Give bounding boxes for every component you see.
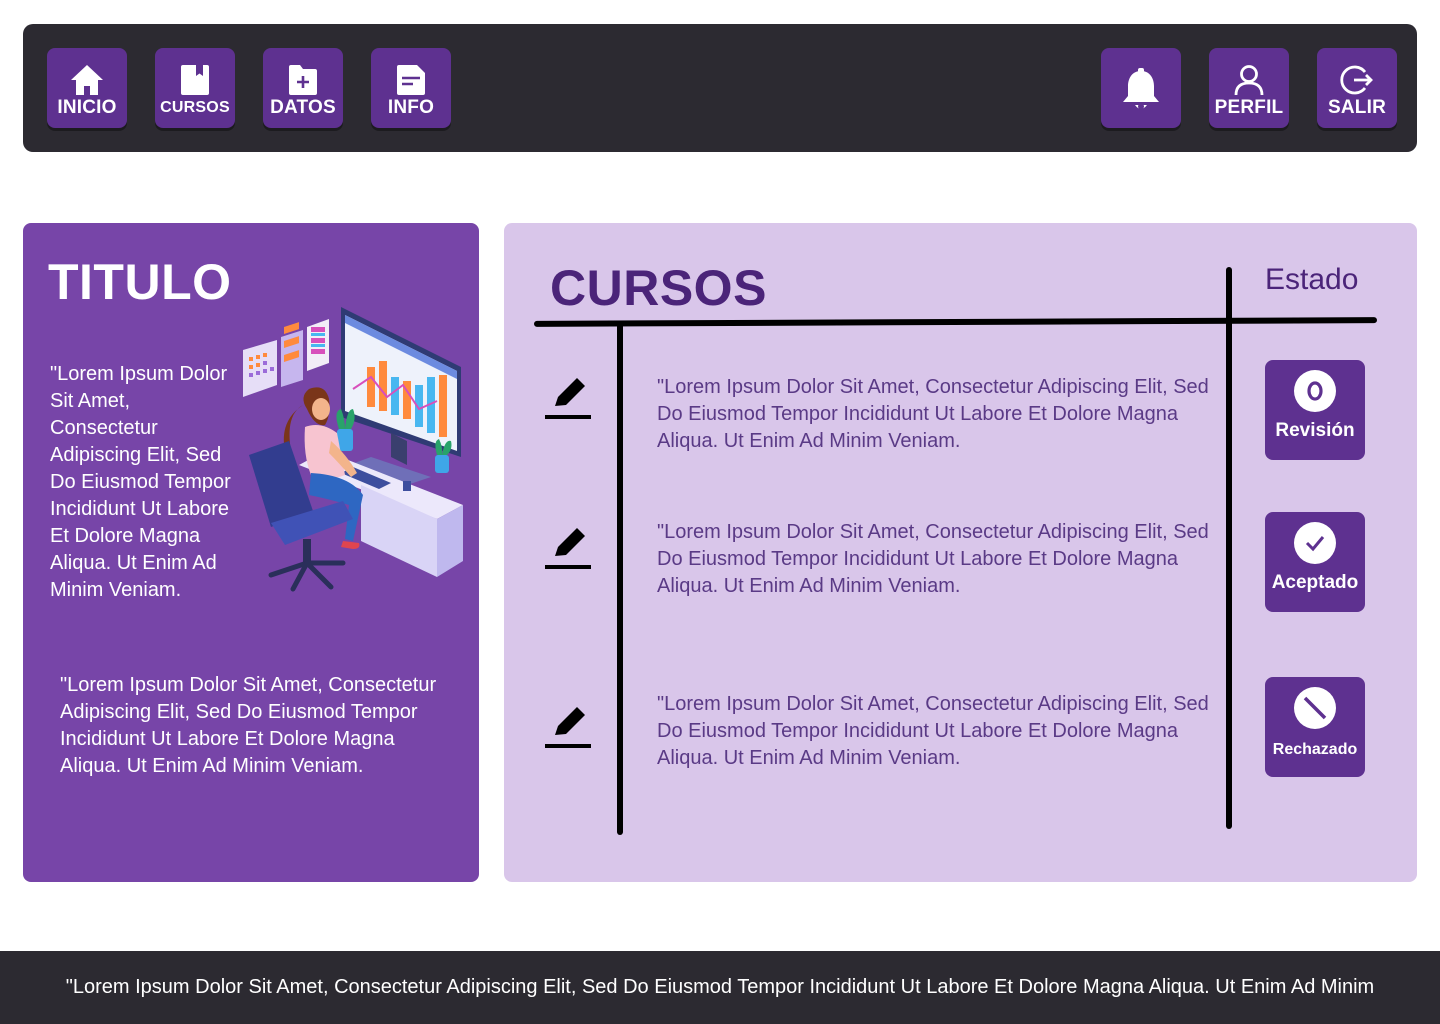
course-row-text: "Lorem Ipsum Dolor Sit Amet, Consectetur… [657,693,1209,769]
status-revision-badge[interactable]: Revisión [1265,360,1365,460]
book-icon [178,63,212,97]
card-paragraph-1: "Lorem Ipsum Dolor Sit Amet, Consectetur… [50,363,231,601]
nav-perfil-button[interactable]: PERFIL [1209,48,1289,128]
nav-info-label: INFO [387,96,435,118]
status-label: Aceptado [1271,572,1359,593]
nav-salir-button[interactable]: SALIR [1317,48,1397,128]
status-label: Rechazado [1272,741,1358,758]
nav-datos-label: DATOS [270,96,336,118]
info-card: TITULO "Lorem Ipsum Dolor Sit Amet, Cons… [23,223,479,882]
nav-inicio-button[interactable]: INICIO [47,48,127,128]
nav-cursos-button[interactable]: CURSOS [155,48,235,128]
header-divider [533,317,1378,327]
nav-perfil-label: PERFIL [1214,96,1284,118]
courses-title: CURSOS [550,260,767,316]
card-paragraph-2: "Lorem Ipsum Dolor Sit Amet, Consectetur… [60,674,437,777]
user-icon [1232,63,1266,97]
status-accepted-badge[interactable]: Aceptado [1265,512,1365,612]
edit-icon[interactable] [545,373,591,419]
woman-at-computer-illustration [243,307,463,592]
home-icon [70,63,104,97]
course-row-text: "Lorem Ipsum Dolor Sit Amet, Consectetur… [657,376,1209,452]
card-title: TITULO [48,254,232,310]
nav-salir-label: SALIR [1328,96,1386,118]
column-divider-left [617,323,623,835]
nav-datos-button[interactable]: DATOS [263,48,343,128]
nav-cursos-label: CURSOS [160,98,230,116]
logout-icon [1340,63,1374,97]
check-icon [1294,522,1336,564]
nav-inicio-label: INICIO [57,96,117,118]
file-add-icon [286,63,320,97]
status-label: Revisión [1275,420,1355,441]
bell-icon [1119,68,1163,112]
status-column-header: Estado [1265,263,1359,296]
edit-icon[interactable] [545,702,591,748]
courses-panel: CURSOS Estado "Lorem Ipsum Dolor Sit Ame… [504,223,1417,882]
eye-icon [1294,370,1336,412]
notifications-button[interactable] [1101,48,1181,128]
course-row-text: "Lorem Ipsum Dolor Sit Amet, Consectetur… [657,521,1209,597]
status-rejected-badge[interactable]: Rechazado [1265,677,1365,777]
nav-info-button[interactable]: INFO [371,48,451,128]
document-icon [394,63,428,97]
footer-text: "Lorem Ipsum Dolor Sit Amet, Consectetur… [65,976,1375,998]
column-divider-right [1226,267,1232,829]
top-navbar: INICIO CURSOS DATOS INFO PERFIL SALIR [23,24,1417,152]
footer: "Lorem Ipsum Dolor Sit Amet, Consectetur… [0,951,1440,1024]
edit-icon[interactable] [545,523,591,569]
ban-icon [1294,687,1336,729]
